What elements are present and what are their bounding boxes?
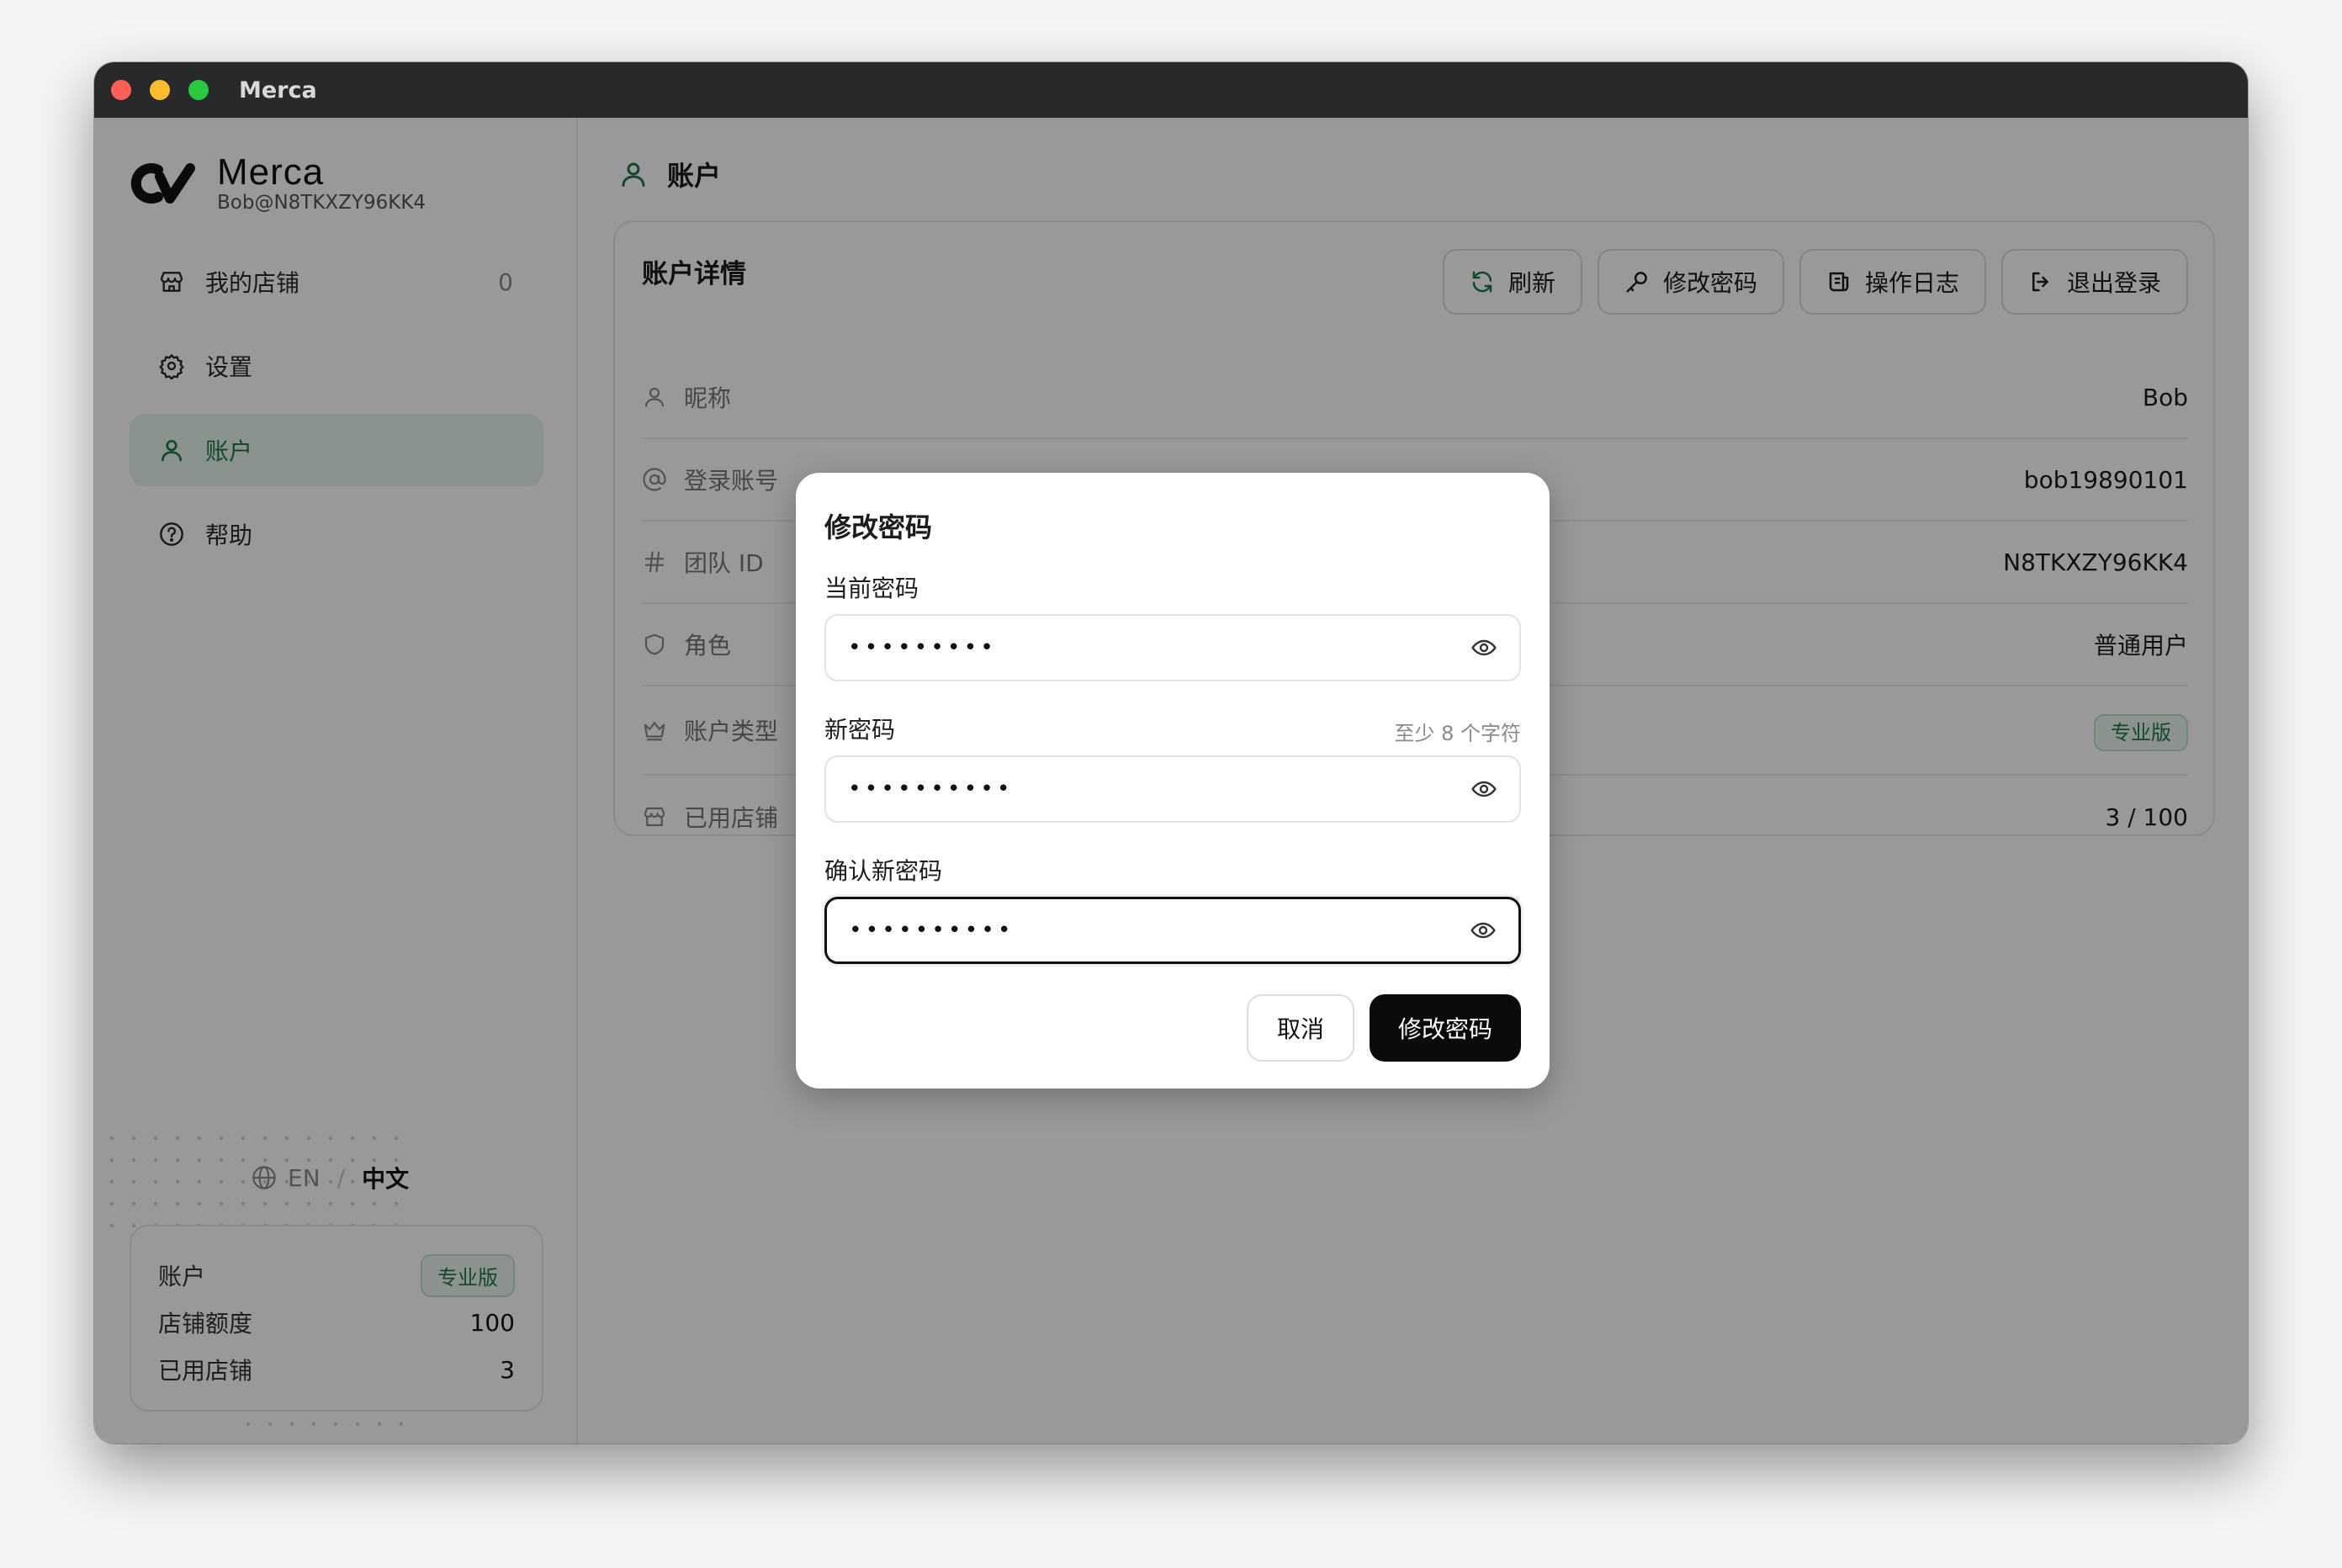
current-password-input[interactable] xyxy=(848,635,1470,660)
dialog-actions: 取消 修改密码 xyxy=(1246,994,1521,1062)
submit-change-password-button[interactable]: 修改密码 xyxy=(1369,994,1521,1062)
new-password-hint: 至少 8 个字符 xyxy=(1394,722,1521,745)
current-password-label: 当前密码 xyxy=(824,575,919,602)
confirm-password-label: 确认新密码 xyxy=(824,857,943,885)
minimize-window-button[interactable] xyxy=(150,80,170,100)
dialog-title: 修改密码 xyxy=(824,511,933,543)
app-window: Merca Merca Bob@N8TKXZY96KK4 我的店铺 0 设置 账… xyxy=(94,62,2248,1444)
cancel-button[interactable]: 取消 xyxy=(1246,994,1354,1062)
confirm-password-input[interactable] xyxy=(849,918,1470,943)
confirm-password-field[interactable] xyxy=(824,897,1521,964)
zoom-window-button[interactable] xyxy=(188,80,209,100)
change-password-dialog: 修改密码 当前密码 新密码 至少 8 个字符 确认新密码 取消 修改密码 xyxy=(796,473,1550,1089)
new-password-field[interactable] xyxy=(824,755,1521,823)
new-password-label: 新密码 xyxy=(824,716,896,744)
current-password-field[interactable] xyxy=(824,614,1521,681)
title-bar: Merca xyxy=(94,62,2248,118)
eye-icon[interactable] xyxy=(1470,634,1497,661)
eye-icon[interactable] xyxy=(1470,917,1497,944)
window-title: Merca xyxy=(239,77,317,103)
close-window-button[interactable] xyxy=(111,80,131,100)
eye-icon[interactable] xyxy=(1470,776,1497,803)
new-password-input[interactable] xyxy=(848,776,1470,802)
